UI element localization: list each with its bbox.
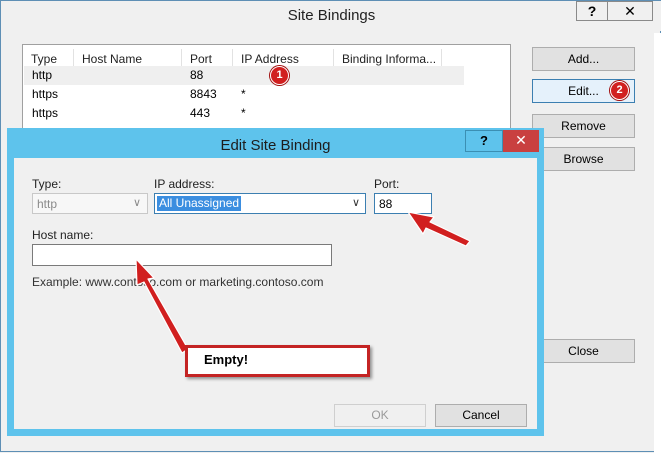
annotation-arrows bbox=[135, 211, 471, 354]
arrow-to-port-icon bbox=[407, 211, 471, 247]
empty-callout: Empty! bbox=[185, 345, 370, 377]
empty-callout-label: Empty! bbox=[188, 348, 367, 374]
arrow-to-host-name-icon bbox=[135, 258, 189, 354]
